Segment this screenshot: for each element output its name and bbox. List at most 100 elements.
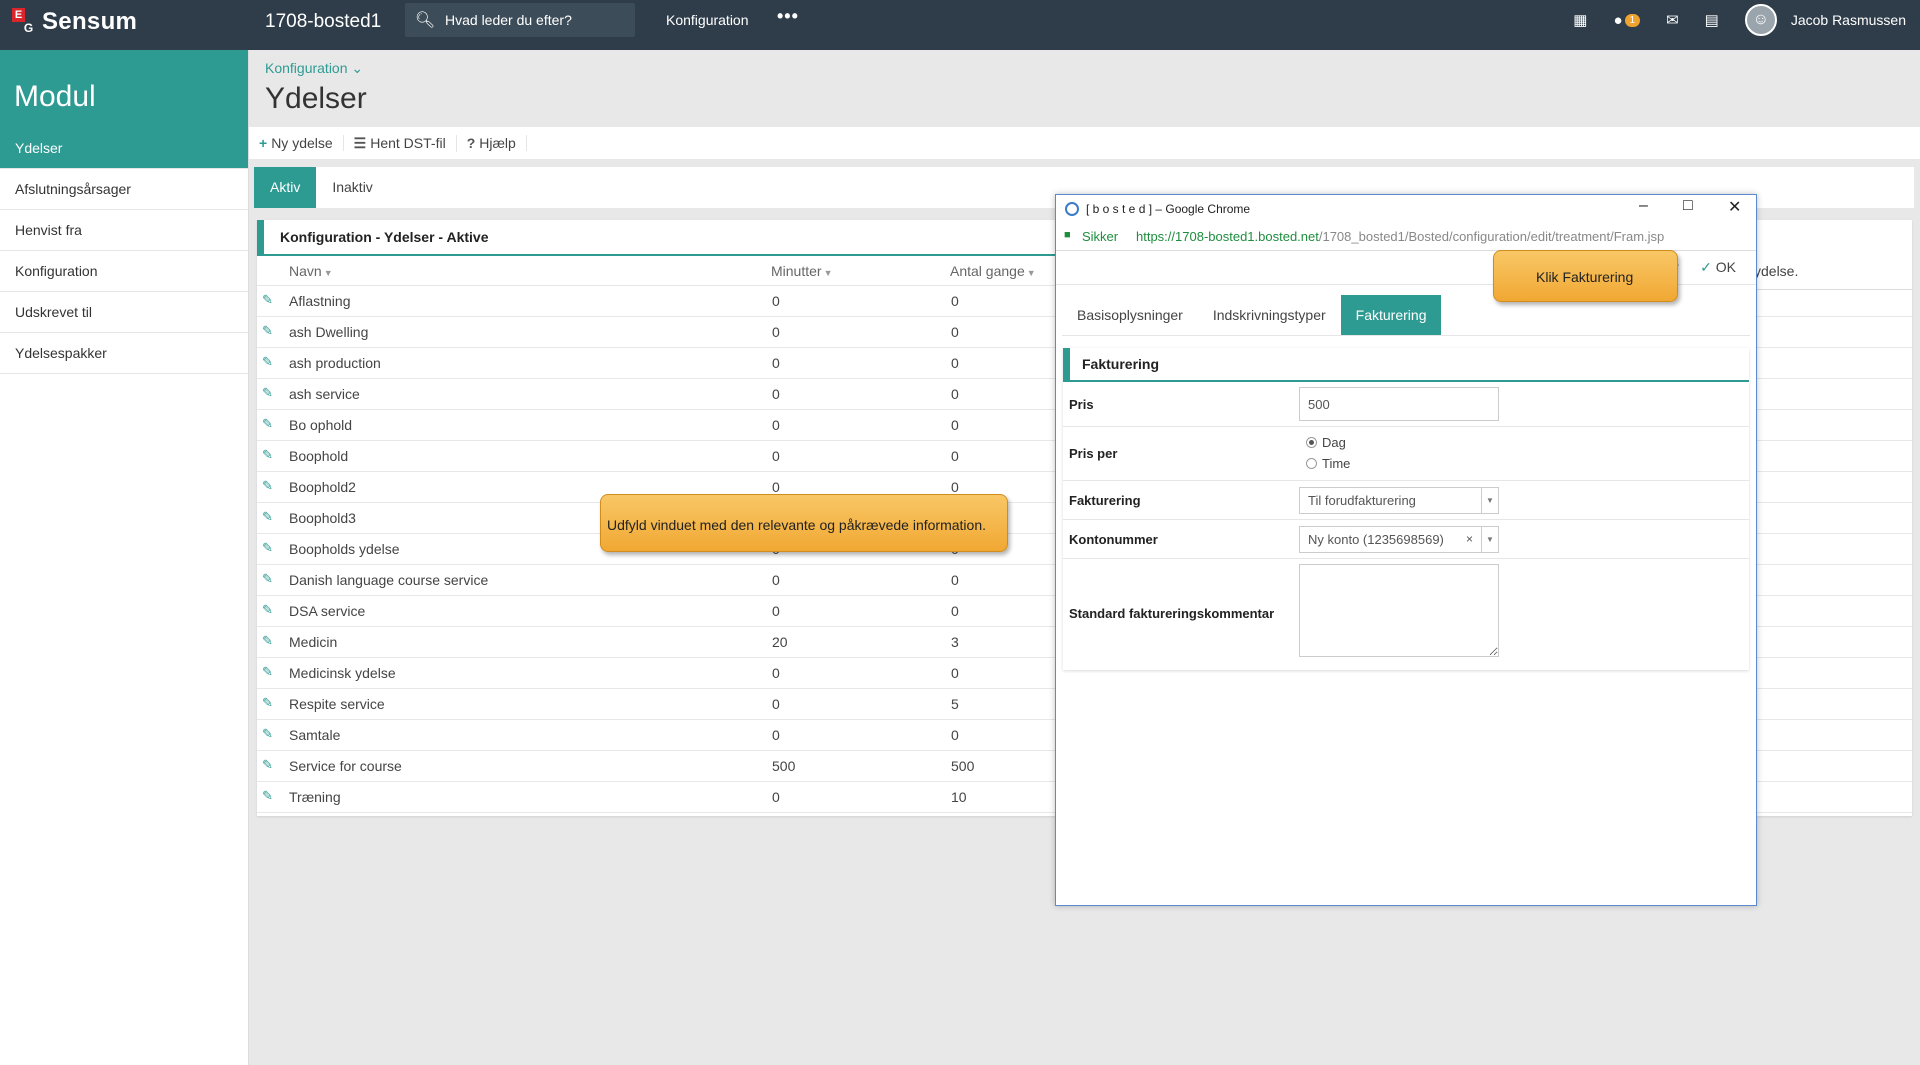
search-input[interactable]: [445, 12, 625, 28]
search-box[interactable]: 🔍︎: [405, 3, 635, 37]
plus-icon: +: [259, 135, 268, 151]
new-ydelse-button[interactable]: + Ny ydelse: [259, 135, 344, 151]
cell-navn[interactable]: ash Dwelling: [289, 324, 368, 340]
radio-time-button[interactable]: [1306, 458, 1317, 469]
col-navn[interactable]: Navn ▼: [289, 263, 333, 279]
sidebar-item-ydelser[interactable]: Ydelser: [0, 128, 248, 169]
site-name[interactable]: 1708-bosted1: [265, 11, 381, 33]
cell-antal-gange: 0: [951, 572, 959, 588]
fakturering-value: Til forudfakturering: [1308, 493, 1416, 508]
minimize-icon[interactable]: –: [1639, 197, 1648, 215]
chrome-icon: [1065, 202, 1079, 216]
col-antal-gange-label: Antal gange: [950, 263, 1025, 279]
cell-minutter: 0: [772, 696, 780, 712]
edit-pencil-icon[interactable]: ✎: [262, 292, 273, 308]
sidebar-item-konfiguration[interactable]: Konfiguration: [0, 251, 248, 292]
cell-navn[interactable]: Boopholds ydelse: [289, 541, 400, 557]
avatar[interactable]: ☺: [1744, 4, 1777, 36]
edit-pencil-icon[interactable]: ✎: [262, 354, 273, 370]
edit-pencil-icon[interactable]: ✎: [262, 416, 273, 432]
chevron-down-icon: ⌄: [351, 60, 364, 76]
cell-navn[interactable]: Samtale: [289, 727, 340, 743]
cell-navn[interactable]: Medicinsk ydelse: [289, 665, 396, 681]
cell-navn[interactable]: Bo ophold: [289, 417, 352, 433]
edit-pencil-icon[interactable]: ✎: [262, 447, 273, 463]
cell-antal-gange: 0: [951, 355, 959, 371]
sidebar-item-henvist-fra[interactable]: Henvist fra: [0, 210, 248, 251]
fakturering-select[interactable]: Til forudfakturering ▼: [1299, 487, 1499, 514]
address-bar[interactable]: ■ Sikker https://1708-bosted1.bosted.net…: [1056, 223, 1756, 251]
tab-indskrivningstyper[interactable]: Indskrivningstyper: [1198, 295, 1341, 335]
konto-select[interactable]: Ny konto (1235698569) × ▼: [1299, 526, 1499, 553]
cell-minutter: 0: [772, 448, 780, 464]
sidebar-item-ydelsespakker[interactable]: Ydelsespakker: [0, 333, 248, 374]
pris-row: Pris: [1063, 382, 1749, 427]
edit-pencil-icon[interactable]: ✎: [262, 757, 273, 773]
kommentar-textarea[interactable]: [1299, 564, 1499, 657]
nav-konfiguration[interactable]: Konfiguration: [666, 12, 749, 28]
edit-pencil-icon[interactable]: ✎: [262, 695, 273, 711]
tab-aktiv[interactable]: Aktiv: [254, 167, 317, 208]
edit-pencil-icon[interactable]: ✎: [262, 571, 273, 587]
kommentar-row: Standard faktureringskommentar: [1063, 559, 1749, 669]
edit-pencil-icon[interactable]: ✎: [262, 726, 273, 742]
cell-navn[interactable]: Aflastning: [289, 293, 350, 309]
more-menu-icon[interactable]: •••: [777, 6, 799, 27]
cell-navn[interactable]: ash service: [289, 386, 360, 402]
cell-navn[interactable]: Træning: [289, 789, 341, 805]
edit-pencil-icon[interactable]: ✎: [262, 788, 273, 804]
help-button[interactable]: ? Hjælp: [467, 135, 527, 151]
search-icon[interactable]: 🔍︎: [405, 10, 445, 30]
close-icon[interactable]: ✕: [1728, 197, 1741, 217]
logo[interactable]: EG Sensum: [10, 6, 137, 38]
cell-antal-gange: 0: [951, 386, 959, 402]
mail-icon[interactable]: ✉: [1666, 11, 1679, 29]
radio-dag[interactable]: Dag: [1306, 435, 1346, 450]
sidebar-item-udskrevet-til[interactable]: Udskrevet til: [0, 292, 248, 333]
calendar-icon[interactable]: ▤: [1705, 11, 1719, 29]
konto-value: Ny konto (1235698569): [1308, 532, 1444, 547]
edit-pencil-icon[interactable]: ✎: [262, 602, 273, 618]
cell-navn[interactable]: Boophold3: [289, 510, 356, 526]
edit-pencil-icon[interactable]: ✎: [262, 478, 273, 494]
cell-navn[interactable]: DSA service: [289, 603, 365, 619]
cell-navn[interactable]: Boophold2: [289, 479, 356, 495]
edit-pencil-icon[interactable]: ✎: [262, 385, 273, 401]
url[interactable]: https://1708-bosted1.bosted.net/1708_bos…: [1136, 229, 1664, 244]
pris-input[interactable]: [1299, 387, 1499, 421]
tab-inaktiv[interactable]: Inaktiv: [316, 167, 388, 208]
sidebar-item-afslutningsarsager[interactable]: Afslutningsårsager: [0, 169, 248, 210]
cell-navn[interactable]: Boophold: [289, 448, 348, 464]
edit-pencil-icon[interactable]: ✎: [262, 509, 273, 525]
sort-icon: ▼: [323, 268, 333, 278]
chevron-down-icon[interactable]: ▼: [1481, 488, 1498, 513]
cell-navn[interactable]: ash production: [289, 355, 381, 371]
edit-pencil-icon[interactable]: ✎: [262, 323, 273, 339]
col-antal-gange[interactable]: Antal gange ▼: [950, 263, 1036, 279]
tab-basisoplysninger[interactable]: Basisoplysninger: [1062, 295, 1198, 335]
edit-pencil-icon[interactable]: ✎: [262, 664, 273, 680]
cell-navn[interactable]: Medicin: [289, 634, 337, 650]
document-icon[interactable]: ▦: [1573, 11, 1587, 29]
radio-dag-button[interactable]: [1306, 437, 1317, 448]
cell-navn[interactable]: Respite service: [289, 696, 385, 712]
ok-button[interactable]: ✓ OK: [1700, 259, 1736, 276]
chat-icon[interactable]: ● 1: [1613, 12, 1641, 29]
edit-pencil-icon[interactable]: ✎: [262, 633, 273, 649]
cell-navn[interactable]: Danish language course service: [289, 572, 488, 588]
radio-time[interactable]: Time: [1306, 456, 1350, 471]
url-path: /1708_bosted1/Bosted/configuration/edit/…: [1318, 229, 1665, 244]
edit-pencil-icon[interactable]: ✎: [262, 540, 273, 556]
sort-icon: ▼: [823, 268, 833, 278]
cell-navn[interactable]: Service for course: [289, 758, 402, 774]
hent-dst-button[interactable]: ☰ Hent DST-fil: [354, 134, 457, 152]
user-name[interactable]: Jacob Rasmussen: [1791, 12, 1906, 28]
breadcrumb[interactable]: Konfiguration ⌄: [265, 60, 363, 77]
tab-fakturering[interactable]: Fakturering: [1340, 295, 1442, 335]
cell-minutter: 0: [772, 324, 780, 340]
chevron-down-icon[interactable]: ▼: [1481, 527, 1498, 552]
right-strip-text: ydelse.: [1754, 263, 1799, 279]
clear-icon[interactable]: ×: [1466, 532, 1473, 546]
col-minutter[interactable]: Minutter ▼: [771, 263, 833, 279]
maximize-icon[interactable]: □: [1683, 197, 1693, 215]
